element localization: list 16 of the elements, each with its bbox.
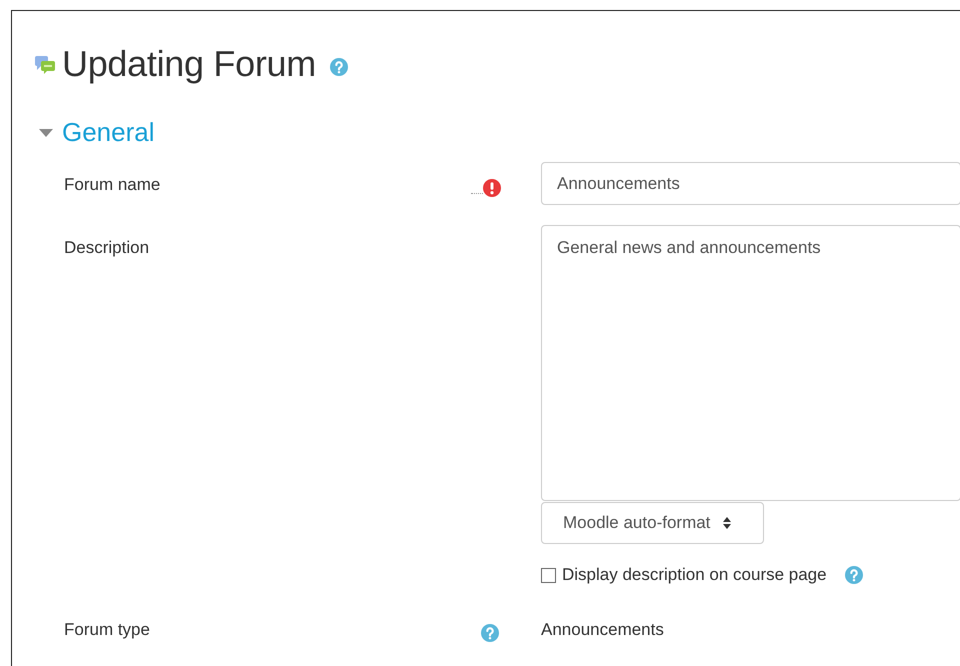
help-icon[interactable] (330, 58, 348, 76)
format-select[interactable]: Moodle auto-format (541, 502, 764, 544)
field-value: Announcements (541, 620, 664, 639)
sort-icon (722, 516, 732, 530)
field-label: Forum type (64, 620, 150, 640)
page-title: Updating Forum (62, 43, 316, 85)
caret-icon[interactable] (38, 128, 54, 138)
checkbox[interactable] (541, 568, 556, 582)
help-icon[interactable] (844, 566, 863, 584)
checkbox-label: Display description on course page (562, 565, 827, 585)
help-icon[interactable] (481, 624, 499, 642)
forum-icon (34, 53, 56, 75)
text-field[interactable]: Announcements (541, 162, 960, 205)
field-label: Description (64, 238, 150, 258)
field-label: Forum name (64, 175, 160, 195)
text-area[interactable]: General news and announcements (541, 225, 960, 501)
